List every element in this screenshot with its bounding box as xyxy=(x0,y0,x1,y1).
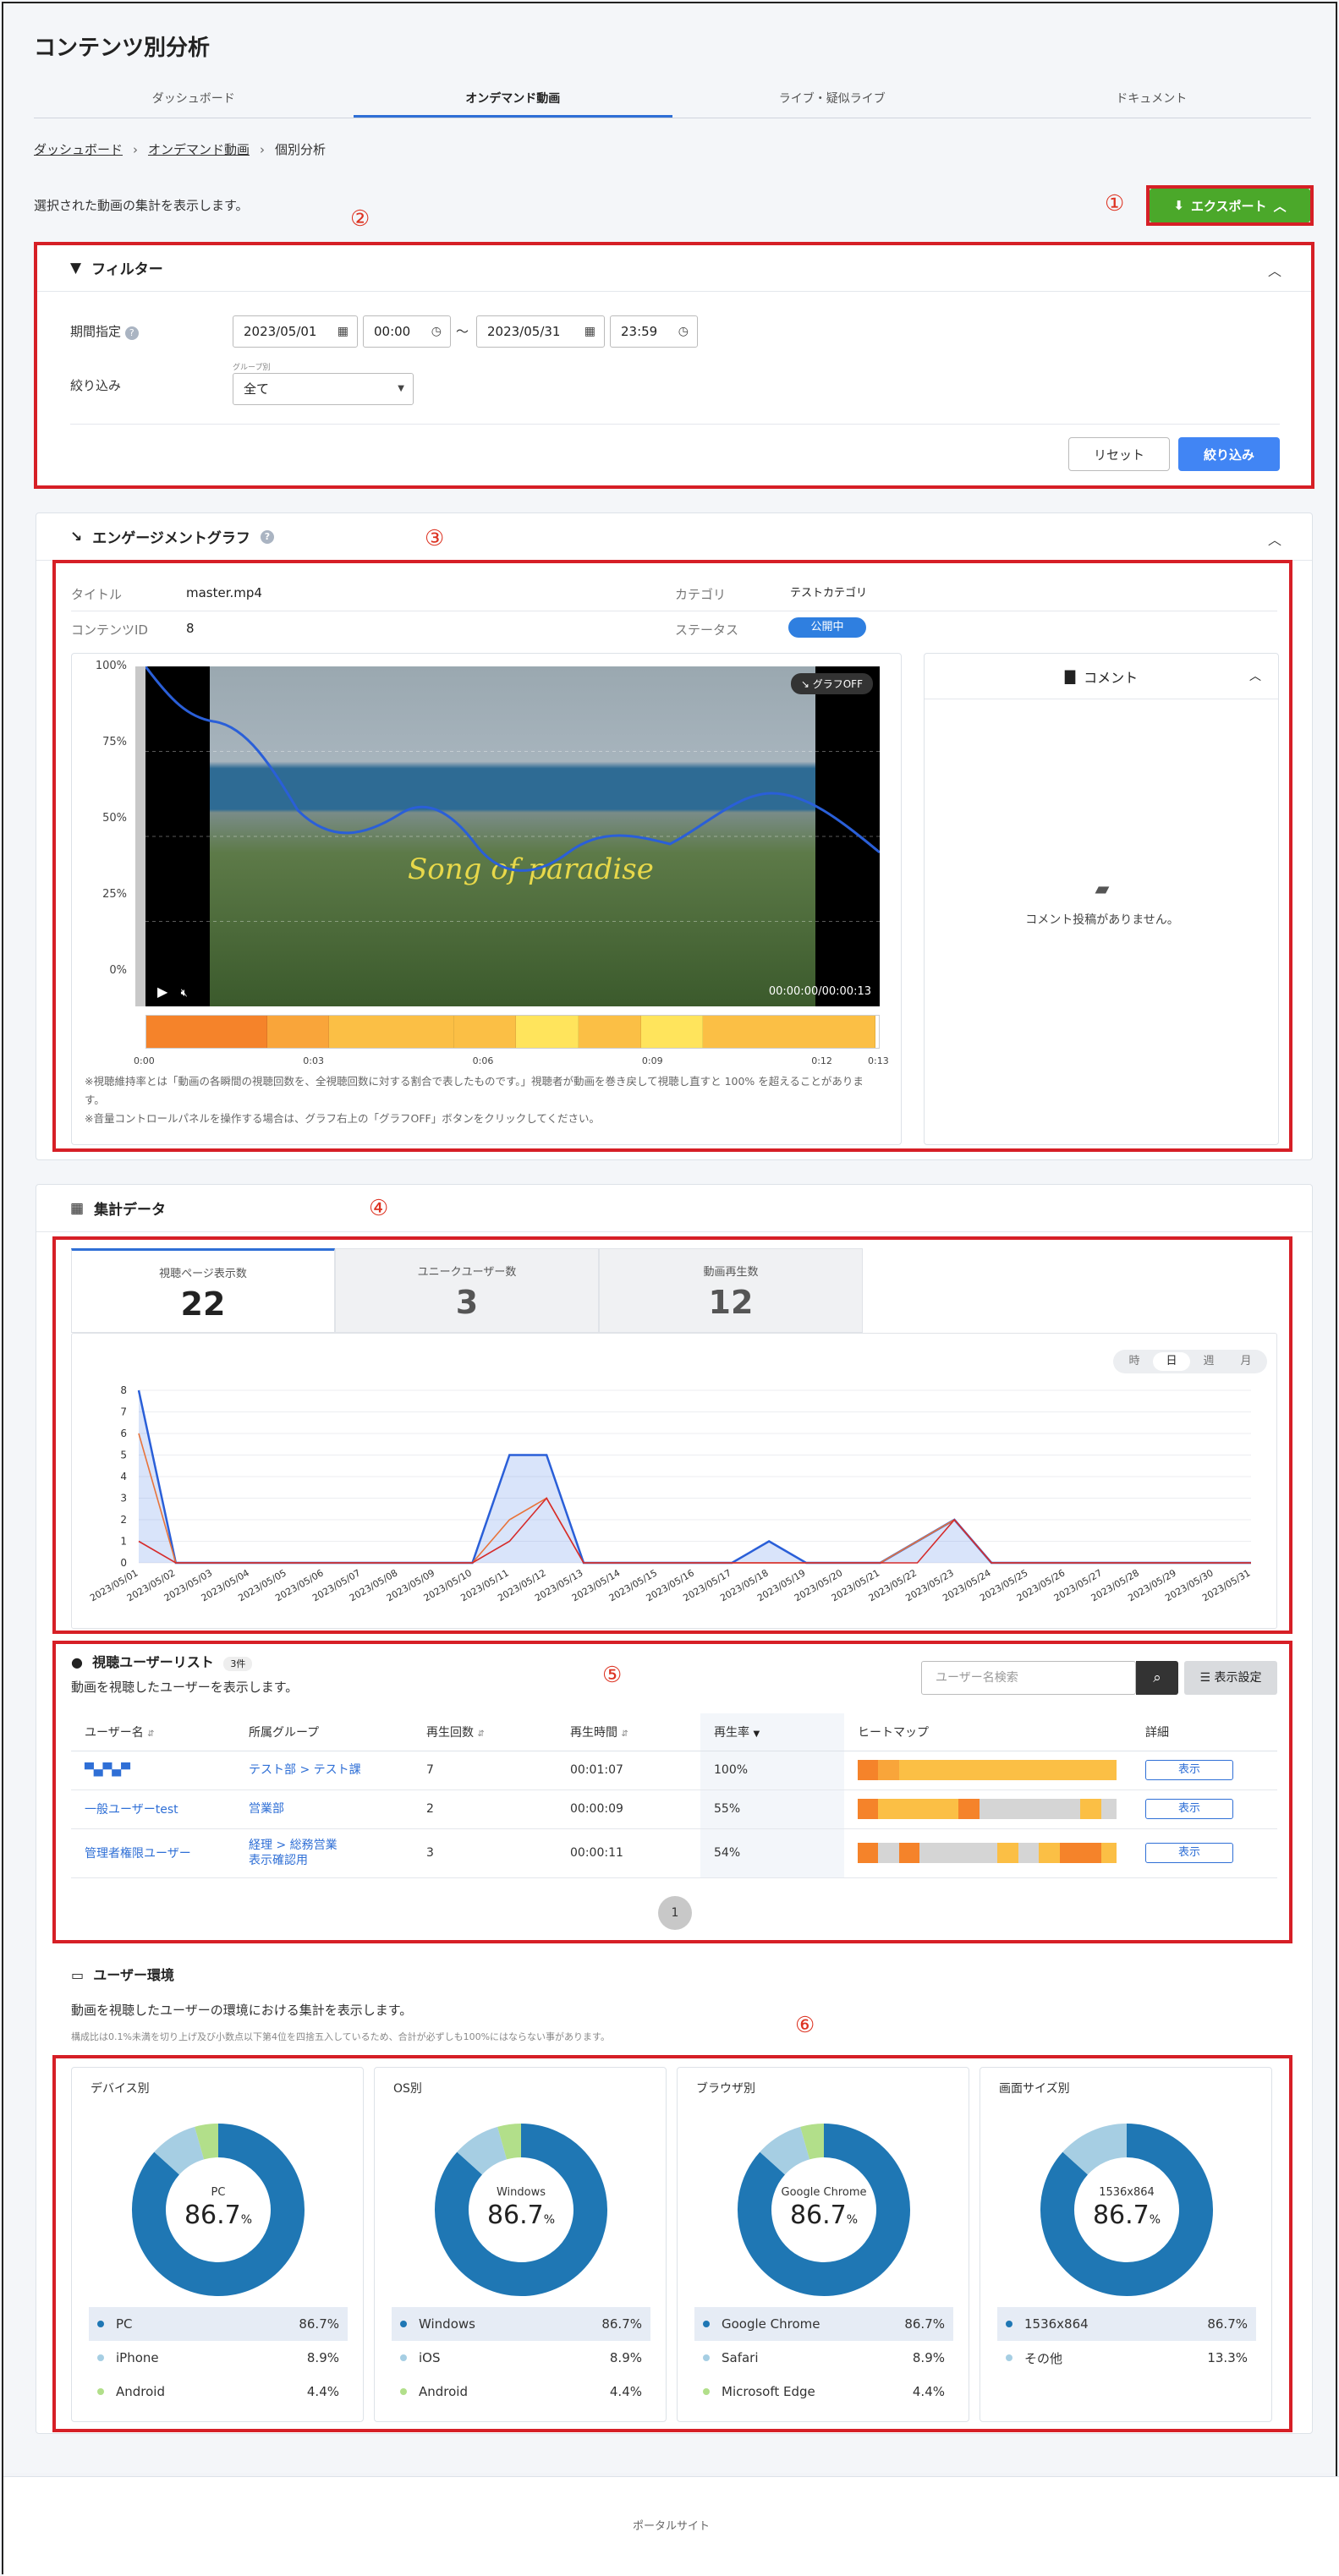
page-title: コンテンツ別分析 xyxy=(34,36,211,61)
footer[interactable]: ポータルサイト xyxy=(3,2476,1339,2576)
tab-ondemand[interactable]: オンデマンド動画 xyxy=(353,85,672,118)
breadcrumb: ダッシュボード › オンデマンド動画 › 個別分析 xyxy=(34,140,326,158)
breadcrumb-dashboard[interactable]: ダッシュボード xyxy=(34,142,123,157)
trend-icon: ↘ xyxy=(70,528,83,545)
chevron-right-icon: › xyxy=(260,142,266,157)
app: コンテンツ別分析 ダッシュボード オンデマンド動画 ライブ・疑似ライブ ドキュメ… xyxy=(3,3,1336,2473)
devices-icon: ▭ xyxy=(71,1967,85,1983)
page-description: 選択された動画の集計を表示します。 xyxy=(34,198,249,213)
highlight-box-3 xyxy=(52,560,1292,1152)
page-frame: コンテンツ別分析 ダッシュボード オンデマンド動画 ライブ・疑似ライブ ドキュメ… xyxy=(2,2,1339,2576)
marker-2: ② xyxy=(350,206,370,232)
env-title-row: ▭ ユーザー環境 xyxy=(71,1967,174,1983)
marker-6: ⑥ xyxy=(795,2013,815,2038)
marker-3: ③ xyxy=(425,526,445,551)
marker-4: ④ xyxy=(369,1196,389,1221)
highlight-box-5 xyxy=(52,1641,1292,1943)
tab-dashboard[interactable]: ダッシュボード xyxy=(34,85,354,118)
stats-header: ▦ 集計データ xyxy=(36,1185,1312,1232)
export-button[interactable]: ⬇ エクスポート ︿ xyxy=(1150,189,1310,222)
env-description: 動画を視聴したユーザーの環境における集計を表示します。 xyxy=(71,2003,413,2018)
chevron-up-icon: ︿ xyxy=(1273,198,1287,214)
breadcrumb-current: 個別分析 xyxy=(275,142,327,157)
highlight-box-2 xyxy=(34,242,1314,489)
chevron-up-icon[interactable]: ︿ xyxy=(1268,529,1281,549)
download-icon: ⬇ xyxy=(1173,198,1184,213)
chevron-right-icon: › xyxy=(133,142,139,157)
dashboard-icon: ▦ xyxy=(70,1199,85,1217)
engagement-header[interactable]: ↘ エンゲージメントグラフ ? xyxy=(36,513,1312,561)
help-icon[interactable]: ? xyxy=(260,529,274,544)
tab-document[interactable]: ドキュメント xyxy=(992,85,1312,118)
content-tabs: ダッシュボード オンデマンド動画 ライブ・疑似ライブ ドキュメント xyxy=(34,85,1311,118)
breadcrumb-ondemand[interactable]: オンデマンド動画 xyxy=(148,142,250,157)
marker-1: ① xyxy=(1105,191,1125,216)
highlight-box-4 xyxy=(52,1236,1292,1634)
tab-live[interactable]: ライブ・疑似ライブ xyxy=(672,85,992,118)
env-note: 構成比は0.1%未満を切り上げ及び小数点以下第4位を四捨五入しているため、合計が… xyxy=(71,2031,610,2042)
highlight-box-6 xyxy=(52,2055,1292,2432)
